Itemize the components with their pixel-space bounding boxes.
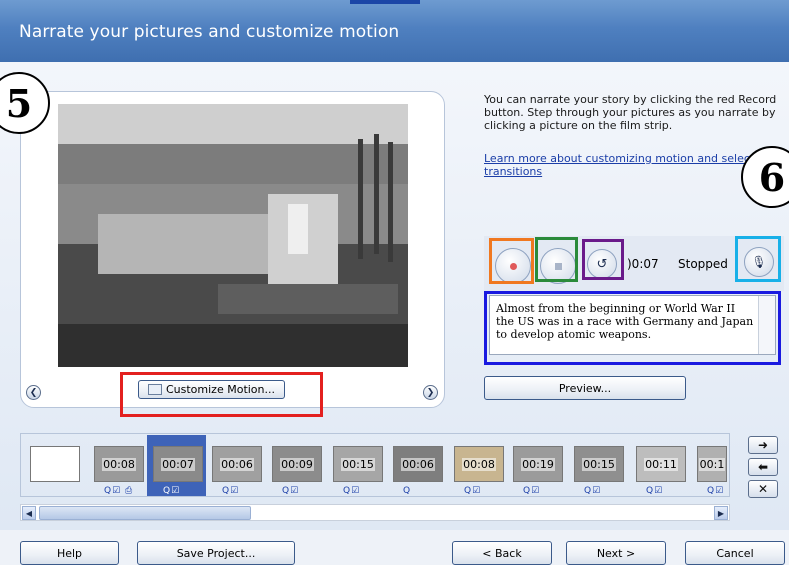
- thumbnail-status-icons[interactable]: Q☑ ⎙: [104, 486, 133, 496]
- previous-picture-button[interactable]: ❮: [26, 385, 41, 400]
- thumbnail-status-icons[interactable]: Q: [403, 486, 411, 496]
- filmstrip-thumbnail[interactable]: 00:11: [636, 446, 686, 482]
- narration-highlight: [484, 291, 781, 365]
- thumbnail-duration: 00:08: [102, 457, 136, 471]
- filmstrip-thumbnail[interactable]: 00:06: [393, 446, 443, 482]
- microphone-highlight: [735, 236, 781, 282]
- scroll-left-button[interactable]: ◀: [22, 506, 36, 520]
- thumbnail-duration: 00:11: [644, 457, 678, 471]
- thumbnail-duration: 00:15: [582, 457, 616, 471]
- thumbnail-duration: 00:19: [521, 457, 555, 471]
- filmstrip-thumbnail[interactable]: 00:08: [454, 446, 504, 482]
- thumbnail-duration: 00:1: [698, 457, 726, 471]
- thumbnail-status-icons[interactable]: Q☑: [707, 486, 724, 496]
- help-label: Help: [56, 546, 83, 560]
- header-bar: Narrate your pictures and customize moti…: [0, 0, 789, 62]
- cancel-button[interactable]: Cancel: [685, 541, 785, 565]
- preview-photo: [58, 104, 408, 367]
- scrollbar-thumb[interactable]: [39, 506, 251, 520]
- stop-highlight: [535, 237, 578, 282]
- thumbnail-duration: 00:06: [220, 457, 254, 471]
- thumbnail-duration: 00:08: [462, 457, 496, 471]
- thumbnail-status-icons[interactable]: Q☑: [523, 486, 540, 496]
- filmstrip-scrollbar[interactable]: ◀ ▶: [20, 504, 730, 521]
- record-highlight: [489, 238, 534, 284]
- next-button[interactable]: Next >: [566, 541, 666, 565]
- thumbnail-status-icons[interactable]: Q☑: [282, 486, 299, 496]
- next-picture-button[interactable]: ❯: [423, 385, 438, 400]
- filmstrip-thumbnail[interactable]: [30, 446, 80, 482]
- filmstrip-thumbnail[interactable]: 00:09: [272, 446, 322, 482]
- help-button[interactable]: Help: [20, 541, 119, 565]
- thumbnail-status-icons[interactable]: Q☑: [163, 486, 180, 496]
- filmstrip-thumbnail[interactable]: 00:15: [574, 446, 624, 482]
- thumbnail-duration: 00:15: [341, 457, 375, 471]
- scroll-right-button[interactable]: ▶: [714, 506, 728, 520]
- save-project-label: Save Project...: [176, 546, 256, 560]
- thumbnail-status-icons[interactable]: Q☑: [464, 486, 481, 496]
- cancel-label: Cancel: [716, 546, 754, 560]
- filmstrip-thumbnail[interactable]: 00:1: [697, 446, 727, 482]
- callout-number-6-label: 6: [758, 154, 786, 200]
- next-label: Next >: [596, 546, 636, 560]
- learn-more-link[interactable]: Learn more about customizing motion and …: [484, 152, 774, 178]
- thumbnail-status-icons[interactable]: Q☑: [584, 486, 601, 496]
- thumbnail-duration: 00:07: [161, 457, 195, 471]
- move-left-button[interactable]: ⬅: [748, 458, 778, 476]
- thumbnail-duration: 00:06: [401, 457, 435, 471]
- back-button[interactable]: < Back: [452, 541, 552, 565]
- thumbnail-status-icons[interactable]: Q☑: [343, 486, 360, 496]
- elapsed-time: )0:07: [627, 257, 659, 271]
- filmstrip-thumbnail[interactable]: 00:19: [513, 446, 563, 482]
- undo-highlight: [582, 239, 624, 280]
- save-project-button[interactable]: Save Project...: [137, 541, 295, 565]
- header-accent: [350, 0, 420, 4]
- customize-motion-highlight: [120, 372, 323, 417]
- thumbnail-status-icons[interactable]: Q☑: [222, 486, 239, 496]
- callout-number-5-label: 5: [5, 80, 33, 126]
- filmstrip-thumbnail[interactable]: 00:15: [333, 446, 383, 482]
- preview-button[interactable]: Preview...: [484, 376, 686, 400]
- thumbnail-status-icons[interactable]: Q☑: [646, 486, 663, 496]
- recorder-status: Stopped: [678, 257, 728, 271]
- back-label: < Back: [482, 546, 522, 560]
- filmstrip-thumbnail[interactable]: 00:07: [153, 446, 203, 482]
- preview-label: Preview...: [558, 381, 612, 395]
- instructions-text: You can narrate your story by clicking t…: [484, 93, 777, 132]
- filmstrip-thumbnail[interactable]: 00:08: [94, 446, 144, 482]
- remove-button[interactable]: ✕: [748, 480, 778, 498]
- page-title: Narrate your pictures and customize moti…: [19, 22, 400, 42]
- filmstrip-thumbnail[interactable]: 00:06: [212, 446, 262, 482]
- thumbnail-duration: 00:09: [280, 457, 314, 471]
- move-right-button[interactable]: ➜: [748, 436, 778, 454]
